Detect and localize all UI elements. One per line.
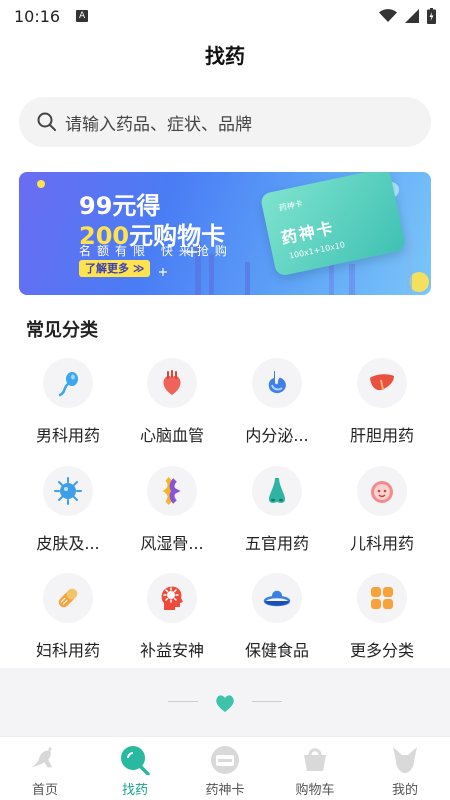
profile-icon bbox=[390, 745, 420, 775]
category-item[interactable]: 妇科用药 bbox=[16, 573, 120, 661]
category-label: 五官用药 bbox=[244, 534, 309, 553]
category-item[interactable]: 补益安神 bbox=[120, 573, 224, 661]
banner-line3: 名额有限 快来抢购 bbox=[79, 244, 233, 258]
tab-cart[interactable]: 购物车 bbox=[270, 737, 360, 800]
category-item[interactable]: 儿科用药 bbox=[330, 466, 434, 554]
category-item[interactable]: 风湿骨... bbox=[120, 466, 224, 554]
tab-label: 首页 bbox=[31, 783, 58, 798]
bottom-tab-bar: 首页 找药 药神卡 购物车 我的 bbox=[0, 736, 450, 800]
signal-icon bbox=[405, 9, 419, 23]
tab-find-medicine[interactable]: 找药 bbox=[90, 737, 180, 800]
category-item[interactable]: 心脑血管 bbox=[120, 358, 224, 446]
tab-profile[interactable]: 我的 bbox=[360, 737, 450, 800]
category-label: 皮肤及... bbox=[36, 534, 100, 553]
tab-label: 找药 bbox=[121, 783, 148, 798]
search-icon bbox=[120, 745, 150, 775]
card-icon bbox=[210, 745, 240, 775]
notification-badge: A bbox=[76, 10, 89, 22]
nose-icon bbox=[252, 466, 302, 516]
category-label: 男科用药 bbox=[35, 426, 100, 445]
category-label: 肝胆用药 bbox=[349, 426, 414, 445]
category-item[interactable]: 保健食品 bbox=[225, 573, 329, 661]
kangaroo-icon bbox=[30, 745, 60, 775]
status-bar: 10:16 A bbox=[0, 0, 450, 32]
categories-title: 常见分类 bbox=[26, 320, 98, 341]
category-label: 内分泌... bbox=[245, 426, 309, 445]
wifi-icon bbox=[379, 9, 397, 22]
category-item[interactable]: 五官用药 bbox=[225, 466, 329, 554]
search-icon bbox=[37, 112, 56, 131]
status-icons bbox=[379, 8, 436, 24]
page-title: 找药 bbox=[205, 44, 245, 68]
battery-icon bbox=[427, 8, 436, 24]
pill-icon bbox=[43, 573, 93, 623]
card-kind: 药神卡 bbox=[278, 199, 304, 213]
liver-icon bbox=[357, 358, 407, 408]
category-item[interactable]: 男科用药 bbox=[16, 358, 120, 446]
category-item[interactable]: 皮肤及... bbox=[16, 466, 120, 554]
baby-face-icon bbox=[357, 466, 407, 516]
search-placeholder: 请输入药品、症状、品牌 bbox=[65, 114, 252, 135]
cart-icon bbox=[300, 745, 330, 775]
search-input[interactable]: 请输入药品、症状、品牌 bbox=[19, 97, 431, 147]
promo-banner[interactable]: 99元得 200元购物卡 名额有限 快来抢购 了解更多 ≫ 药神卡 药神卡 10… bbox=[19, 172, 431, 295]
virus-icon bbox=[43, 466, 93, 516]
heart-icon bbox=[216, 695, 234, 712]
tab-label: 购物车 bbox=[295, 783, 335, 798]
sperm-icon bbox=[43, 358, 93, 408]
brain-head-icon bbox=[147, 573, 197, 623]
category-label: 心脑血管 bbox=[139, 426, 204, 445]
divider-line-right bbox=[252, 701, 282, 702]
end-of-list-divider bbox=[0, 668, 450, 736]
divider-line-left bbox=[168, 701, 198, 702]
category-label: 妇科用药 bbox=[35, 641, 100, 660]
status-time: 10:16 bbox=[14, 6, 61, 26]
category-item[interactable]: 肝胆用药 bbox=[330, 358, 434, 446]
category-item[interactable]: 内分泌... bbox=[225, 358, 329, 446]
health-food-icon bbox=[252, 573, 302, 623]
category-label: 补益安神 bbox=[139, 641, 204, 660]
heart-icon bbox=[147, 358, 197, 408]
learn-more-button[interactable]: 了解更多 ≫ bbox=[79, 260, 151, 277]
category-label: 更多分类 bbox=[349, 641, 414, 660]
category-label: 保健食品 bbox=[244, 641, 309, 660]
category-item[interactable]: 更多分类 bbox=[330, 573, 434, 661]
stomach-icon bbox=[252, 358, 302, 408]
category-label: 风湿骨... bbox=[140, 534, 204, 553]
bone-joint-icon bbox=[147, 466, 197, 516]
tab-home[interactable]: 首页 bbox=[0, 737, 90, 800]
category-label: 儿科用药 bbox=[349, 534, 414, 553]
grid-icon bbox=[357, 573, 407, 623]
tab-card[interactable]: 药神卡 bbox=[180, 737, 270, 800]
tab-label: 我的 bbox=[391, 783, 418, 798]
tab-label: 药神卡 bbox=[205, 783, 245, 798]
